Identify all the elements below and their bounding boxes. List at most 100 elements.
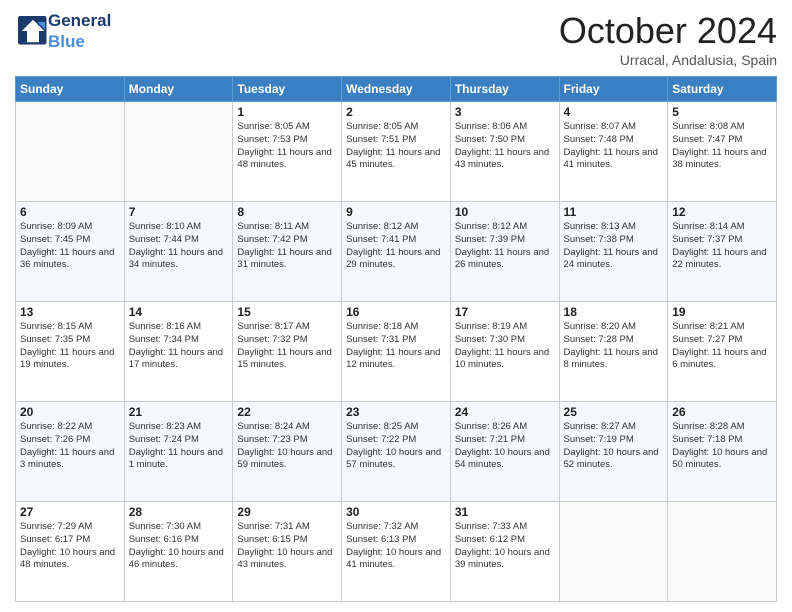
calendar-cell: 26 Sunrise: 8:28 AMSunset: 7:18 PMDayligh… xyxy=(668,402,777,502)
calendar-cell xyxy=(559,502,668,602)
calendar-cell: 3 Sunrise: 8:06 AMSunset: 7:50 PMDaylight… xyxy=(450,102,559,202)
calendar-cell: 14 Sunrise: 8:16 AMSunset: 7:34 PMDayligh… xyxy=(124,302,233,402)
cell-info: Sunrise: 8:17 AMSunset: 7:32 PMDaylight:… xyxy=(237,321,331,370)
day-number: 7 xyxy=(129,205,229,219)
calendar-cell: 7 Sunrise: 8:10 AMSunset: 7:44 PMDaylight… xyxy=(124,202,233,302)
cell-info: Sunrise: 8:27 AMSunset: 7:19 PMDaylight:… xyxy=(564,421,659,470)
page: General Blue October 2024 Urracal, Andal… xyxy=(0,0,792,612)
calendar-week-row: 1 Sunrise: 8:05 AMSunset: 7:53 PMDaylight… xyxy=(16,102,777,202)
calendar-cell: 24 Sunrise: 8:26 AMSunset: 7:21 PMDayligh… xyxy=(450,402,559,502)
subtitle: Urracal, Andalusia, Spain xyxy=(559,52,777,68)
day-number: 22 xyxy=(237,405,337,419)
calendar-week-row: 6 Sunrise: 8:09 AMSunset: 7:45 PMDaylight… xyxy=(16,202,777,302)
weekday-header: Wednesday xyxy=(342,77,451,102)
day-number: 15 xyxy=(237,305,337,319)
day-number: 26 xyxy=(672,405,772,419)
day-number: 25 xyxy=(564,405,664,419)
calendar-week-row: 27 Sunrise: 7:29 AMSunset: 6:17 PMDayligh… xyxy=(16,502,777,602)
calendar-cell: 31 Sunrise: 7:33 AMSunset: 6:12 PMDayligh… xyxy=(450,502,559,602)
day-number: 21 xyxy=(129,405,229,419)
calendar-cell: 11Sunrise: 8:13 AMSunset: 7:38 PMDayligh… xyxy=(559,202,668,302)
cell-info: Sunrise: 8:05 AMSunset: 7:53 PMDaylight:… xyxy=(237,121,331,170)
cell-info: Sunrise: 8:24 AMSunset: 7:23 PMDaylight:… xyxy=(237,421,332,470)
weekday-header: Thursday xyxy=(450,77,559,102)
day-number: 8 xyxy=(237,205,337,219)
cell-info: Sunrise: 8:06 AMSunset: 7:50 PMDaylight:… xyxy=(455,121,549,170)
calendar-cell: 30 Sunrise: 7:32 AMSunset: 6:13 PMDayligh… xyxy=(342,502,451,602)
calendar-cell: 16Sunrise: 8:18 AMSunset: 7:31 PMDayligh… xyxy=(342,302,451,402)
calendar-cell: 19Sunrise: 8:21 AMSunset: 7:27 PMDayligh… xyxy=(668,302,777,402)
cell-info: Sunrise: 8:12 AMSunset: 7:39 PMDaylight:… xyxy=(455,221,549,270)
day-number: 1 xyxy=(237,105,337,119)
day-number: 6 xyxy=(20,205,120,219)
cell-info: Sunrise: 8:07 AMSunset: 7:48 PMDaylight:… xyxy=(564,121,658,170)
calendar-header-row: SundayMondayTuesdayWednesdayThursdayFrid… xyxy=(16,77,777,102)
day-number: 9 xyxy=(346,205,446,219)
calendar-cell: 18Sunrise: 8:20 AMSunset: 7:28 PMDayligh… xyxy=(559,302,668,402)
cell-info: Sunrise: 8:11 AMSunset: 7:42 PMDaylight:… xyxy=(237,221,331,270)
cell-info: Sunrise: 8:25 AMSunset: 7:22 PMDaylight:… xyxy=(346,421,441,470)
day-number: 3 xyxy=(455,105,555,119)
cell-info: Sunrise: 8:08 AMSunset: 7:47 PMDaylight:… xyxy=(672,121,766,170)
day-number: 2 xyxy=(346,105,446,119)
day-number: 27 xyxy=(20,505,120,519)
calendar-cell: 2Sunrise: 8:05 AMSunset: 7:51 PMDaylight… xyxy=(342,102,451,202)
cell-info: Sunrise: 8:23 AMSunset: 7:24 PMDaylight:… xyxy=(129,421,223,470)
cell-info: Sunrise: 8:26 AMSunset: 7:21 PMDaylight:… xyxy=(455,421,550,470)
day-number: 11 xyxy=(564,205,664,219)
cell-info: Sunrise: 8:14 AMSunset: 7:37 PMDaylight:… xyxy=(672,221,766,270)
calendar-cell: 22 Sunrise: 8:24 AMSunset: 7:23 PMDayligh… xyxy=(233,402,342,502)
day-number: 10 xyxy=(455,205,555,219)
cell-info: Sunrise: 7:29 AMSunset: 6:17 PMDaylight:… xyxy=(20,521,115,570)
calendar-cell xyxy=(16,102,125,202)
calendar-cell: 1 Sunrise: 8:05 AMSunset: 7:53 PMDaylight… xyxy=(233,102,342,202)
cell-info: Sunrise: 7:32 AMSunset: 6:13 PMDaylight:… xyxy=(346,521,441,570)
calendar-cell: 12Sunrise: 8:14 AMSunset: 7:37 PMDayligh… xyxy=(668,202,777,302)
calendar-cell xyxy=(124,102,233,202)
logo-general-text: General xyxy=(48,11,111,30)
day-number: 14 xyxy=(129,305,229,319)
calendar-cell: 27 Sunrise: 7:29 AMSunset: 6:17 PMDayligh… xyxy=(16,502,125,602)
calendar-week-row: 20 Sunrise: 8:22 AMSunset: 7:26 PMDayligh… xyxy=(16,402,777,502)
cell-info: Sunrise: 8:16 AMSunset: 7:34 PMDaylight:… xyxy=(129,321,223,370)
weekday-header: Sunday xyxy=(16,77,125,102)
calendar-cell: 23 Sunrise: 8:25 AMSunset: 7:22 PMDayligh… xyxy=(342,402,451,502)
calendar-cell: 6 Sunrise: 8:09 AMSunset: 7:45 PMDaylight… xyxy=(16,202,125,302)
calendar-week-row: 13Sunrise: 8:15 AMSunset: 7:35 PMDayligh… xyxy=(16,302,777,402)
day-number: 28 xyxy=(129,505,229,519)
header: General Blue October 2024 Urracal, Andal… xyxy=(15,10,777,68)
calendar-cell: 17 Sunrise: 8:19 AMSunset: 7:30 PMDayligh… xyxy=(450,302,559,402)
calendar-cell: 25 Sunrise: 8:27 AMSunset: 7:19 PMDayligh… xyxy=(559,402,668,502)
calendar-table: SundayMondayTuesdayWednesdayThursdayFrid… xyxy=(15,76,777,602)
calendar-body: 1 Sunrise: 8:05 AMSunset: 7:53 PMDaylight… xyxy=(16,102,777,602)
day-number: 13 xyxy=(20,305,120,319)
day-number: 23 xyxy=(346,405,446,419)
cell-info: Sunrise: 8:09 AMSunset: 7:45 PMDaylight:… xyxy=(20,221,114,270)
logo-icon xyxy=(18,16,48,46)
day-number: 24 xyxy=(455,405,555,419)
calendar-cell: 29Sunrise: 7:31 AMSunset: 6:15 PMDayligh… xyxy=(233,502,342,602)
calendar-cell xyxy=(668,502,777,602)
day-number: 20 xyxy=(20,405,120,419)
cell-info: Sunrise: 7:33 AMSunset: 6:12 PMDaylight:… xyxy=(455,521,550,570)
cell-info: Sunrise: 8:10 AMSunset: 7:44 PMDaylight:… xyxy=(129,221,223,270)
day-number: 31 xyxy=(455,505,555,519)
day-number: 4 xyxy=(564,105,664,119)
title-block: October 2024 Urracal, Andalusia, Spain xyxy=(559,10,777,68)
calendar-cell: 9 Sunrise: 8:12 AMSunset: 7:41 PMDaylight… xyxy=(342,202,451,302)
calendar-cell: 4 Sunrise: 8:07 AMSunset: 7:48 PMDaylight… xyxy=(559,102,668,202)
cell-info: Sunrise: 8:12 AMSunset: 7:41 PMDaylight:… xyxy=(346,221,440,270)
cell-info: Sunrise: 8:28 AMSunset: 7:18 PMDaylight:… xyxy=(672,421,767,470)
calendar-cell: 15 Sunrise: 8:17 AMSunset: 7:32 PMDayligh… xyxy=(233,302,342,402)
day-number: 30 xyxy=(346,505,446,519)
day-number: 29 xyxy=(237,505,337,519)
cell-info: Sunrise: 7:30 AMSunset: 6:16 PMDaylight:… xyxy=(129,521,224,570)
calendar-cell: 8 Sunrise: 8:11 AMSunset: 7:42 PMDaylight… xyxy=(233,202,342,302)
cell-info: Sunrise: 8:19 AMSunset: 7:30 PMDaylight:… xyxy=(455,321,549,370)
cell-info: Sunrise: 8:22 AMSunset: 7:26 PMDaylight:… xyxy=(20,421,114,470)
calendar-cell: 28 Sunrise: 7:30 AMSunset: 6:16 PMDayligh… xyxy=(124,502,233,602)
day-number: 17 xyxy=(455,305,555,319)
weekday-header: Saturday xyxy=(668,77,777,102)
calendar-cell: 20 Sunrise: 8:22 AMSunset: 7:26 PMDayligh… xyxy=(16,402,125,502)
calendar-cell: 5Sunrise: 8:08 AMSunset: 7:47 PMDaylight… xyxy=(668,102,777,202)
